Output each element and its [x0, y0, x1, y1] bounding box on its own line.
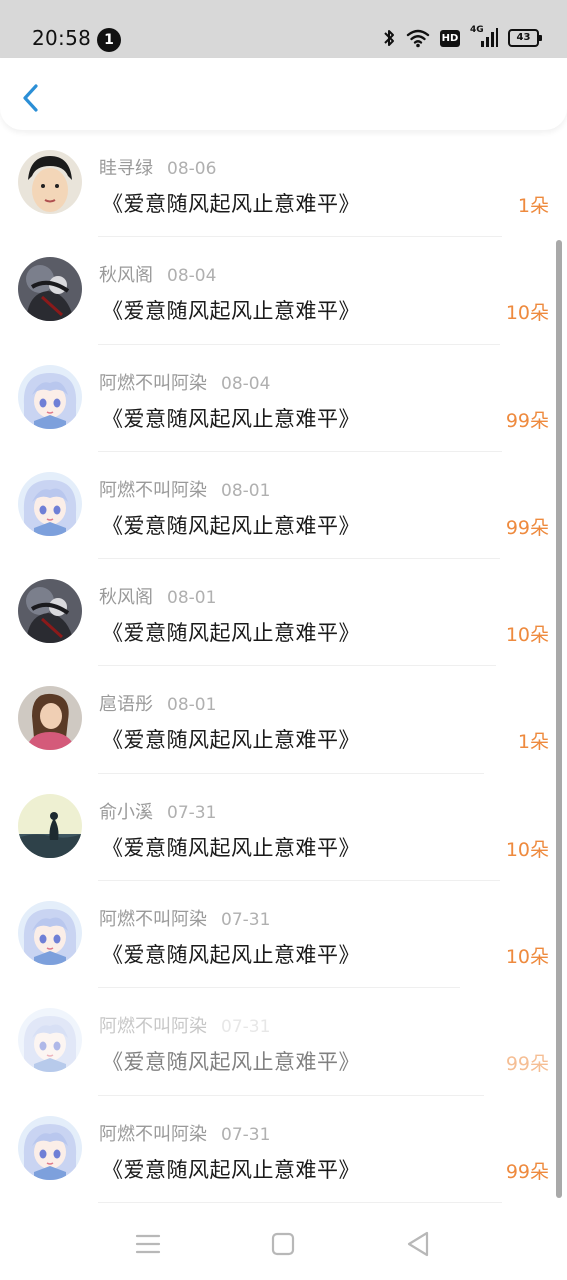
sender-name-text: 秋风阁	[99, 587, 153, 609]
avatar[interactable]	[18, 1008, 82, 1073]
list-item[interactable]: 阿燃不叫阿染 08-04 《爱意随风起风止意难平》 99朵	[0, 345, 567, 452]
book-title: 《爱意随风起风止意难平》	[102, 835, 360, 860]
flower-count: 99朵	[505, 1160, 549, 1183]
flower-count: 99朵	[505, 409, 549, 432]
sender-name-text: 俞小溪	[99, 801, 153, 823]
sender-name: 阿燃不叫阿染 08-01	[99, 476, 270, 502]
flower-count: 10朵	[505, 946, 549, 969]
gift-date: 07-31	[221, 1124, 271, 1145]
menu-icon	[135, 1234, 161, 1254]
book-title: 《爱意随风起风止意难平》	[102, 621, 360, 646]
avatar[interactable]	[18, 1115, 82, 1180]
sender-name-text: 阿燃不叫阿染	[99, 1123, 207, 1145]
avatar[interactable]	[18, 579, 82, 644]
avatar[interactable]	[18, 901, 82, 966]
gift-date: 08-01	[167, 588, 217, 609]
sender-name: 眭寻绿 08-06	[99, 154, 216, 180]
sender-name-text: 阿燃不叫阿染	[99, 372, 207, 394]
system-nav-bar	[0, 1208, 567, 1280]
status-time: 20:58	[32, 26, 92, 50]
battery-icon: 43	[508, 29, 542, 47]
avatar[interactable]	[18, 257, 82, 322]
sender-name: 俞小溪 07-31	[99, 798, 216, 824]
flower-count: 1朵	[517, 731, 549, 754]
flower-count: 10朵	[505, 838, 549, 861]
home-button[interactable]	[267, 1228, 299, 1260]
gift-date: 08-06	[167, 159, 217, 179]
book-title: 《爱意随风起风止意难平》	[102, 1050, 360, 1075]
hd-icon: HD	[440, 29, 460, 47]
gift-date: 08-01	[167, 695, 217, 716]
bluetooth-icon	[384, 30, 394, 46]
back-nav-button[interactable]	[402, 1228, 434, 1260]
list-item[interactable]: 俞小溪 07-31 《爱意随风起风止意难平》 10朵	[0, 774, 567, 882]
book-title: 《爱意随风起风止意难平》	[102, 728, 360, 753]
list-item[interactable]: 眭寻绿 08-06 《爱意随风起风止意难平》 1朵	[0, 130, 567, 238]
notification-badge: 1	[97, 28, 121, 52]
list-item[interactable]: 阿燃不叫阿染 07-31 《爱意随风起风止意难平》 99朵	[0, 1096, 567, 1203]
gift-record-list: 眭寻绿 08-06 《爱意随风起风止意难平》 1朵 秋风阁 08-04 《爱意随风起风止意难…	[0, 130, 567, 1203]
gift-date: 08-04	[221, 373, 271, 394]
gift-date: 08-01	[221, 480, 271, 501]
header	[0, 58, 567, 130]
list-item[interactable]: 阿燃不叫阿染 07-31 《爱意随风起风止意难平》 99朵	[0, 988, 567, 1096]
list-item[interactable]: 阿燃不叫阿染 08-01 《爱意随风起风止意难平》 99朵	[0, 452, 567, 560]
book-title: 《爱意随风起风止意难平》	[102, 192, 360, 216]
list-item[interactable]: 扈语彤 08-01 《爱意随风起风止意难平》 1朵	[0, 666, 567, 774]
gift-date: 07-31	[221, 1017, 271, 1038]
gift-date: 07-31	[167, 802, 217, 823]
avatar[interactable]	[18, 471, 82, 536]
avatar[interactable]	[18, 150, 82, 214]
avatar[interactable]	[18, 364, 82, 429]
list-item[interactable]: 秋风阁 08-01 《爱意随风起风止意难平》 10朵	[0, 559, 567, 667]
sender-name-text: 秋风阁	[99, 265, 153, 287]
avatar[interactable]	[18, 686, 82, 751]
avatar[interactable]	[18, 793, 82, 858]
scrollbar[interactable]	[556, 240, 562, 1198]
triangle-back-icon	[407, 1231, 429, 1257]
flower-count: 1朵	[517, 195, 549, 217]
book-title: 《爱意随风起风止意难平》	[102, 513, 360, 538]
sender-name: 阿燃不叫阿染 07-31	[99, 1120, 270, 1146]
flower-count: 99朵	[505, 1053, 549, 1076]
divider	[98, 1201, 502, 1203]
sender-name-text: 阿燃不叫阿染	[99, 909, 207, 931]
book-title: 《爱意随风起风止意难平》	[102, 299, 360, 324]
sender-name-text: 扈语彤	[99, 694, 153, 716]
flower-count: 10朵	[505, 302, 549, 325]
sender-name-text: 阿燃不叫阿染	[99, 1016, 207, 1038]
list-item[interactable]: 秋风阁 08-04 《爱意随风起风止意难平》 10朵	[0, 237, 567, 345]
gift-date: 07-31	[221, 910, 271, 931]
square-icon	[271, 1232, 295, 1256]
sender-name-text: 阿燃不叫阿染	[99, 479, 207, 501]
sender-name: 扈语彤 08-01	[99, 690, 216, 716]
sender-name: 阿燃不叫阿染 07-31	[99, 1012, 270, 1038]
wifi-icon	[406, 29, 430, 48]
book-title: 《爱意随风起风止意难平》	[102, 406, 360, 431]
back-button[interactable]	[14, 78, 48, 118]
network-icon: 4G	[470, 25, 498, 49]
sender-name: 阿燃不叫阿染 07-31	[99, 905, 270, 931]
gift-date: 08-04	[167, 266, 217, 287]
sender-name: 秋风阁 08-01	[99, 583, 216, 609]
book-title: 《爱意随风起风止意难平》	[102, 943, 360, 968]
flower-count: 10朵	[505, 624, 549, 647]
sender-name-text: 眭寻绿	[99, 158, 153, 179]
sender-name: 秋风阁 08-04	[99, 261, 216, 287]
chevron-left-icon	[23, 84, 38, 112]
menu-button[interactable]	[132, 1228, 164, 1260]
status-icons: HD 4G 43	[382, 25, 542, 50]
flower-count: 99朵	[505, 516, 549, 539]
status-bar: 20:58 1 HD 4G 43	[0, 0, 567, 58]
book-title: 《爱意随风起风止意难平》	[102, 1157, 360, 1182]
sender-name: 阿燃不叫阿染 08-04	[99, 369, 270, 395]
list-item[interactable]: 阿燃不叫阿染 07-31 《爱意随风起风止意难平》 10朵	[0, 881, 567, 989]
